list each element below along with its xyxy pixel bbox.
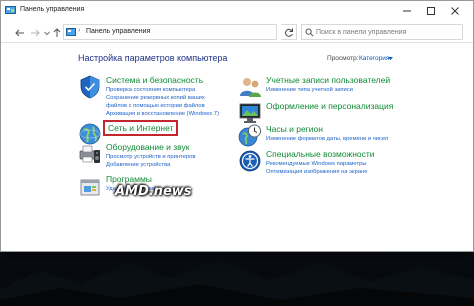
minimize-icon <box>403 10 411 12</box>
category-title[interactable]: Оборудование и звук <box>106 142 189 152</box>
users-icon <box>240 78 261 97</box>
programs-icon <box>80 179 100 196</box>
category-title[interactable]: Специальные возможности <box>266 149 375 159</box>
link-check-status[interactable]: Проверка состояния компьютера <box>106 86 219 94</box>
minimize-button[interactable] <box>396 1 418 21</box>
link-change-formats[interactable]: Изменение форматов даты, времени и чисел <box>266 135 388 143</box>
search-input[interactable] <box>316 26 460 38</box>
chevron-down-icon <box>44 31 50 36</box>
accessibility-icon <box>239 150 261 172</box>
link-change-account-type[interactable]: Изменение типа учетной записи <box>266 86 353 94</box>
link-add-device[interactable]: Добавление устройства <box>106 161 195 169</box>
navigation-bar: › Панель управления <box>1 21 473 43</box>
shield-icon <box>80 75 100 99</box>
breadcrumb-separator: › <box>78 27 81 34</box>
category-title-highlighted[interactable]: Сеть и Интернет <box>103 120 179 136</box>
category-title[interactable]: Система и безопасность <box>106 75 203 85</box>
category-links: Просмотр устройств и принтеров Добавлени… <box>106 153 195 169</box>
link-file-history[interactable]: Сохранение резервных копий ваших файлов … <box>106 94 218 110</box>
maximize-button[interactable] <box>420 1 442 21</box>
close-button[interactable] <box>444 1 466 21</box>
category-links: Изменение типа учетной записи <box>266 86 353 94</box>
close-icon <box>451 7 459 15</box>
category-title[interactable]: Часы и регион <box>266 124 323 134</box>
category-links: Проверка состояния компьютера Сохранение… <box>106 86 219 118</box>
search-box[interactable] <box>301 24 463 40</box>
content-area: Настройка параметров компьютера Просмотр… <box>1 43 473 251</box>
maximize-icon <box>427 7 435 15</box>
category-links: Рекомендуемые Windows параметры Оптимиза… <box>266 160 367 176</box>
chevron-down-icon[interactable] <box>388 57 393 60</box>
link-backup-restore[interactable]: Архивация и восстановление (Windows 7) <box>106 110 219 118</box>
breadcrumb-control-panel[interactable]: Панель управления <box>86 28 150 35</box>
category-title[interactable]: Оформление и персонализация <box>266 101 393 111</box>
view-mode-dropdown[interactable]: Категория <box>359 55 389 62</box>
forward-button[interactable] <box>29 26 41 38</box>
arrow-up-icon <box>53 28 61 37</box>
recent-locations-button[interactable] <box>43 26 51 38</box>
page-title: Настройка параметров компьютера <box>78 53 228 63</box>
arrow-right-icon <box>31 29 40 37</box>
link-devices-printers[interactable]: Просмотр устройств и принтеров <box>106 153 195 161</box>
arrow-left-icon <box>15 29 24 37</box>
refresh-button[interactable] <box>281 24 297 40</box>
printer-speaker-icon <box>79 145 100 163</box>
link-recommended-settings[interactable]: Рекомендуемые Windows параметры <box>266 160 367 168</box>
window-title: Панель управления <box>20 6 85 13</box>
monitor-paint-icon <box>239 103 261 123</box>
up-button[interactable] <box>51 26 63 38</box>
back-button[interactable] <box>14 26 26 38</box>
category-title[interactable]: Программы <box>106 174 152 184</box>
control-panel-icon <box>5 6 16 14</box>
title-bar[interactable]: Панель управления <box>1 1 473 21</box>
category-links: Изменение форматов даты, времени и чисел <box>266 135 388 143</box>
refresh-icon <box>285 28 293 37</box>
control-panel-window: Панель управления › Панель управления По… <box>0 0 474 252</box>
control-panel-icon <box>66 28 76 36</box>
site-watermark: AMD.news <box>115 184 192 199</box>
search-icon <box>305 28 314 37</box>
address-bar[interactable]: › Панель управления <box>63 24 334 40</box>
category-title[interactable]: Учетные записи пользователей <box>266 75 390 85</box>
clock-globe-icon <box>238 124 261 147</box>
view-label: Просмотр: <box>327 55 359 62</box>
link-optimize-display[interactable]: Оптимизация изображения на экране <box>266 168 367 176</box>
